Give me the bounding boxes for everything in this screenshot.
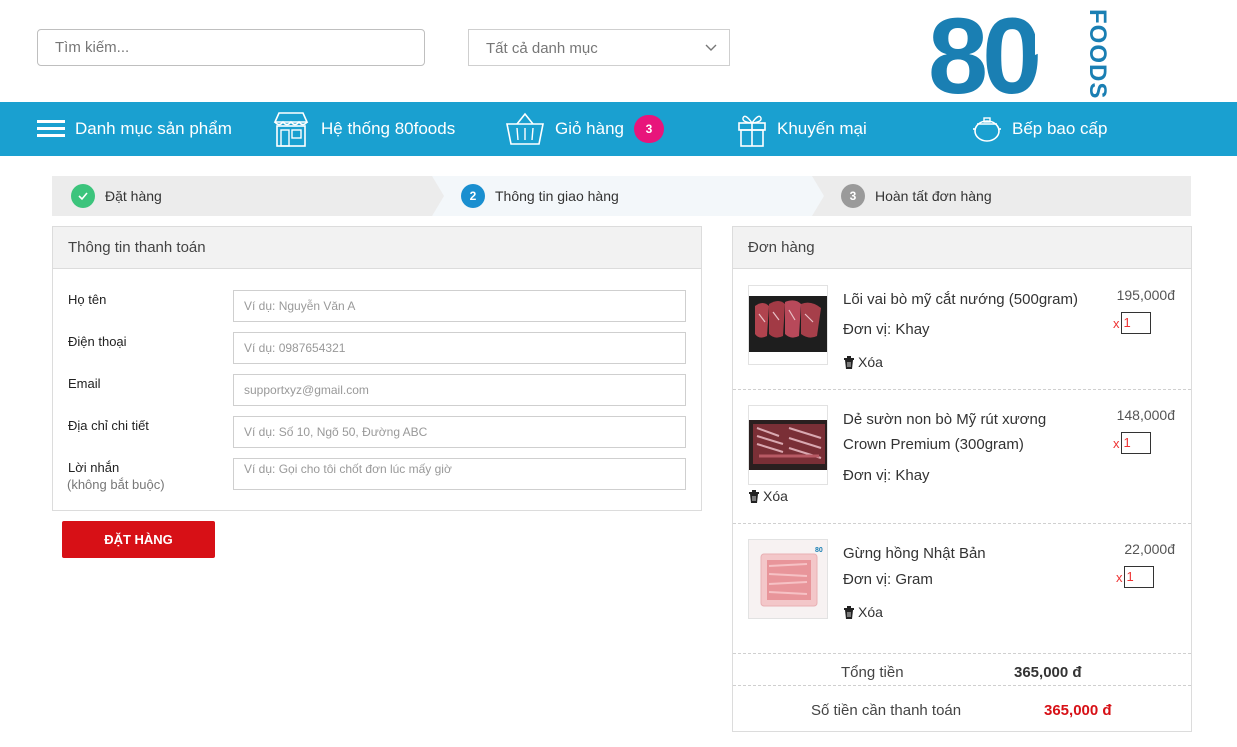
name-label: Họ tên bbox=[68, 292, 107, 307]
svg-text:80: 80 bbox=[815, 547, 823, 554]
step-divider bbox=[812, 176, 824, 216]
message-optional-note: (không bắt buộc) bbox=[67, 477, 165, 492]
cooking-pot-icon bbox=[972, 114, 1002, 144]
email-label: Email bbox=[68, 376, 101, 391]
order-item: Lõi vai bò mỹ cắt nướng (500gram) Đơn vị… bbox=[733, 270, 1191, 390]
basket-icon bbox=[505, 112, 545, 146]
nav-categories[interactable]: Danh mục sản phẩm bbox=[37, 102, 232, 156]
search-input[interactable] bbox=[38, 30, 424, 65]
address-label: Địa chỉ chi tiết bbox=[68, 418, 149, 433]
address-input[interactable] bbox=[233, 416, 686, 448]
nav-stores[interactable]: Hệ thống 80foods bbox=[271, 102, 455, 156]
quantity-control: x 1 bbox=[1113, 312, 1151, 334]
order-item: 80 Gừng hồng Nhật Bản Đơn vị: Gram Xóa 2… bbox=[733, 524, 1191, 654]
gift-icon bbox=[737, 111, 767, 147]
step-order: Đặt hàng bbox=[71, 176, 162, 216]
subtotal-label: Tổng tiền bbox=[841, 664, 904, 681]
step-label: Hoàn tất đơn hàng bbox=[875, 188, 992, 204]
quantity-control: x 1 bbox=[1116, 566, 1154, 588]
product-unit: Đơn vị: Khay bbox=[843, 321, 930, 338]
logo-80foods[interactable]: 80 FOODS bbox=[928, 5, 1108, 100]
quantity-prefix: x bbox=[1113, 315, 1120, 331]
quantity-input[interactable]: 1 bbox=[1123, 566, 1154, 588]
product-price: 148,000đ bbox=[1116, 407, 1175, 423]
nav-kitchen[interactable]: Bếp bao cấp bbox=[972, 102, 1107, 156]
step-label: Đặt hàng bbox=[105, 188, 162, 204]
amount-due-value: 365,000 đ bbox=[1044, 702, 1112, 719]
delete-label: Xóa bbox=[858, 604, 883, 620]
product-image bbox=[748, 285, 828, 365]
place-order-button[interactable]: ĐẶT HÀNG bbox=[62, 521, 215, 558]
amount-due-label: Số tiền cần thanh toán bbox=[811, 702, 962, 719]
logo-number: 80 bbox=[928, 5, 1038, 100]
store-icon bbox=[271, 110, 311, 148]
trash-icon bbox=[844, 355, 854, 369]
step-done-icon bbox=[71, 184, 95, 208]
subtotal-value: 365,000 đ bbox=[1014, 664, 1082, 681]
nav-promotions[interactable]: Khuyến mại bbox=[737, 102, 867, 156]
quantity-prefix: x bbox=[1116, 569, 1123, 585]
category-select-value: Tất cả danh mục bbox=[486, 40, 598, 57]
phone-input[interactable] bbox=[233, 332, 686, 364]
search-box[interactable] bbox=[37, 29, 425, 66]
totals-divider bbox=[733, 685, 1191, 686]
email-input[interactable] bbox=[233, 374, 686, 406]
product-image bbox=[748, 405, 828, 485]
amount-due-row: Số tiền cần thanh toán 365,000 đ bbox=[733, 697, 1191, 729]
category-select[interactable]: Tất cả danh mục bbox=[468, 29, 730, 66]
trash-icon bbox=[844, 605, 854, 619]
delete-item-button[interactable]: Xóa bbox=[843, 354, 883, 370]
step-label: Thông tin giao hàng bbox=[495, 188, 619, 204]
message-textarea[interactable] bbox=[233, 458, 686, 490]
product-unit: Đơn vị: Khay bbox=[843, 467, 930, 484]
nav-cart-label: Giỏ hàng bbox=[555, 119, 624, 138]
quantity-prefix: x bbox=[1113, 435, 1120, 451]
product-image: 80 bbox=[748, 539, 828, 619]
payment-info-panel: Thông tin thanh toán Họ tên Điện thoại E… bbox=[52, 226, 702, 511]
nav-promotions-label: Khuyến mại bbox=[777, 119, 867, 138]
payment-info-title: Thông tin thanh toán bbox=[53, 227, 701, 269]
trash-icon bbox=[749, 489, 759, 503]
step-shipping-info: 2 Thông tin giao hàng bbox=[461, 176, 619, 216]
product-name[interactable]: Lõi vai bò mỹ cắt nướng (500gram) bbox=[843, 287, 1093, 312]
phone-label: Điện thoại bbox=[68, 334, 127, 349]
chevron-down-icon bbox=[705, 44, 717, 51]
delete-label: Xóa bbox=[858, 354, 883, 370]
step-number: 3 bbox=[841, 184, 865, 208]
main-navbar: Danh mục sản phẩm Hệ thống 80foods Giỏ h… bbox=[0, 102, 1237, 156]
logo-word: FOODS bbox=[1084, 9, 1108, 99]
order-item: Dẻ sườn non bò Mỹ rút xương Crown Premiu… bbox=[733, 390, 1191, 524]
product-unit: Đơn vị: Gram bbox=[843, 571, 933, 588]
cart-count-badge: 3 bbox=[634, 115, 664, 143]
product-name[interactable]: Gừng hồng Nhật Bản bbox=[843, 541, 1093, 566]
delete-label: Xóa bbox=[763, 488, 788, 504]
hamburger-icon bbox=[37, 118, 65, 140]
step-divider bbox=[432, 176, 444, 216]
product-price: 195,000đ bbox=[1116, 287, 1175, 303]
delete-item-button[interactable]: Xóa bbox=[843, 604, 883, 620]
message-label: Lời nhắn bbox=[68, 460, 120, 475]
nav-categories-label: Danh mục sản phẩm bbox=[75, 119, 232, 138]
nav-kitchen-label: Bếp bao cấp bbox=[1012, 119, 1108, 138]
product-name[interactable]: Dẻ sườn non bò Mỹ rút xương Crown Premiu… bbox=[843, 407, 1093, 457]
delete-item-button[interactable]: Xóa bbox=[748, 488, 788, 504]
quantity-input[interactable]: 1 bbox=[1120, 432, 1151, 454]
step-complete: 3 Hoàn tất đơn hàng bbox=[841, 176, 992, 216]
order-title: Đơn hàng bbox=[733, 227, 1191, 269]
quantity-input[interactable]: 1 bbox=[1120, 312, 1151, 334]
name-input[interactable] bbox=[233, 290, 686, 322]
quantity-control: x 1 bbox=[1113, 432, 1151, 454]
nav-cart[interactable]: Giỏ hàng 3 bbox=[505, 102, 664, 156]
checkout-steps: Đặt hàng 2 Thông tin giao hàng 3 Hoàn tấ… bbox=[52, 176, 1191, 216]
nav-stores-label: Hệ thống 80foods bbox=[321, 119, 456, 138]
step-number: 2 bbox=[461, 184, 485, 208]
order-panel: Đơn hàng Lõi vai bò mỹ cắt nướng (500gra… bbox=[732, 226, 1192, 732]
product-price: 22,000đ bbox=[1124, 541, 1175, 557]
